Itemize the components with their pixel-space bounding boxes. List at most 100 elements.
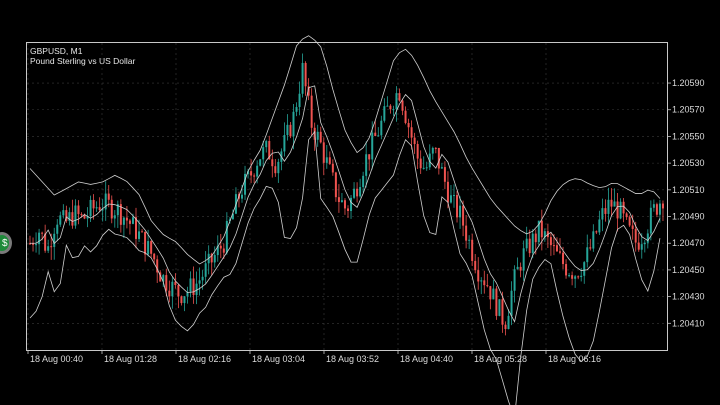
candle-body — [649, 207, 652, 234]
candle-body — [131, 217, 134, 224]
candle-body — [604, 208, 607, 214]
candle-body — [283, 135, 286, 152]
candle-body — [392, 109, 395, 111]
x-tick-label: 18 Aug 03:52 — [326, 354, 379, 364]
candle-body — [646, 233, 649, 243]
candle-body — [525, 238, 528, 249]
candle-body — [483, 280, 486, 286]
candle-body — [41, 232, 44, 234]
candle-body — [631, 225, 634, 229]
candle-body — [619, 201, 622, 219]
candle-body — [453, 195, 455, 197]
candle-body — [250, 171, 253, 176]
candle-body — [77, 205, 80, 215]
candle-body — [374, 132, 377, 136]
candle-body — [350, 197, 353, 211]
candle-body — [150, 241, 153, 254]
candle-body — [489, 286, 492, 300]
candle-body — [89, 199, 92, 217]
candle-body — [501, 299, 504, 325]
candle-body — [658, 203, 661, 215]
candle-body — [416, 144, 419, 159]
candle-body — [274, 166, 277, 174]
candle-body — [380, 120, 383, 136]
candle-body — [356, 188, 359, 197]
candle-body — [555, 245, 558, 252]
candle-body — [95, 207, 98, 209]
candle-body — [153, 253, 156, 260]
candle-body — [519, 266, 522, 271]
candle-body — [225, 220, 228, 253]
candle-body — [480, 280, 483, 282]
candle-body — [465, 225, 468, 241]
candle-body — [107, 193, 110, 200]
candle-body — [616, 201, 619, 219]
candle-body — [598, 219, 601, 233]
candle-body — [189, 278, 192, 292]
candle-body — [437, 147, 440, 169]
candle-body — [38, 232, 41, 245]
candle-body — [56, 224, 59, 234]
candle-body — [271, 159, 274, 167]
candle-body — [47, 246, 50, 251]
candle-body — [195, 283, 198, 296]
candle-body — [289, 124, 292, 137]
candle-body — [562, 252, 565, 265]
candle-body — [628, 217, 631, 226]
candle-body — [516, 266, 519, 270]
candle-body — [298, 93, 301, 108]
candle-body — [259, 159, 262, 166]
candle-body — [53, 233, 56, 247]
candle-body — [138, 231, 141, 239]
candle-body — [486, 285, 489, 287]
candle-body — [601, 208, 604, 220]
candle-body — [552, 245, 555, 247]
candle-body — [640, 244, 643, 250]
candle-body — [410, 127, 413, 138]
candle-body — [498, 299, 501, 316]
y-tick-label: 1.20530 — [672, 158, 705, 168]
candle-body — [622, 201, 625, 214]
candle-body — [322, 142, 325, 163]
candle-body — [98, 207, 101, 211]
candle-body — [661, 203, 664, 209]
candle-body — [204, 263, 207, 277]
candle-body — [177, 285, 180, 297]
candle-body — [80, 214, 83, 216]
candle-body — [219, 245, 222, 249]
candle-body — [586, 247, 589, 263]
candle-body — [425, 167, 428, 169]
candle-body — [456, 195, 459, 218]
candle-body — [262, 147, 265, 160]
candle-body — [637, 242, 640, 250]
candle-body — [389, 105, 392, 110]
x-tick-label: 18 Aug 06:16 — [548, 354, 601, 364]
candle-body — [50, 246, 53, 248]
candle-body — [241, 194, 243, 199]
y-tick-label: 1.20410 — [672, 318, 705, 328]
candle-body — [495, 288, 498, 316]
candle-body — [549, 237, 552, 246]
candle-body — [507, 315, 510, 330]
y-tick-label: 1.20470 — [672, 238, 705, 248]
candle-body — [35, 244, 38, 246]
candle-body — [340, 200, 343, 203]
candle-body — [568, 275, 571, 277]
candle-body — [443, 167, 446, 182]
candle-body — [395, 93, 398, 110]
candle-body — [277, 161, 280, 174]
candle-body — [325, 157, 328, 163]
candle-body — [125, 217, 128, 221]
candle-body — [413, 137, 416, 145]
candle-body — [583, 262, 586, 276]
candle-body — [286, 124, 289, 136]
x-tick-label: 18 Aug 00:40 — [30, 354, 83, 364]
candle-body — [319, 131, 322, 143]
candle-body — [655, 204, 658, 215]
candle-body — [174, 281, 177, 286]
candle-body — [613, 201, 616, 207]
candle-body — [183, 296, 186, 304]
candle-body — [368, 154, 371, 160]
price-chart[interactable]: 1.20590 1.20570 1.20550 1.20530 1.20510 1.204… — [0, 0, 720, 405]
candle-body — [334, 172, 337, 198]
